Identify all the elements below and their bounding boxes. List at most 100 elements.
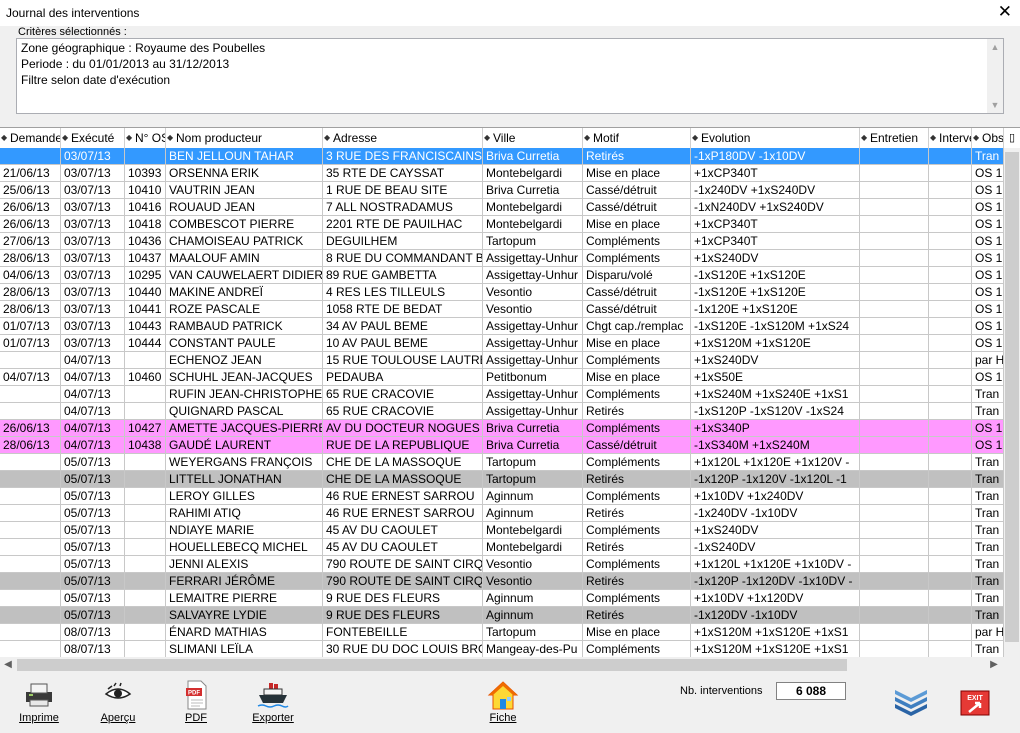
cell-execute[interactable]: 05/07/13: [61, 573, 125, 590]
cell-entretien[interactable]: [860, 454, 929, 471]
cell-obs[interactable]: OS 1: [972, 182, 1004, 199]
cell-execute[interactable]: 05/07/13: [61, 505, 125, 522]
cell-adresse[interactable]: RUE DE LA REPUBLIQUE: [323, 437, 483, 454]
column-header-entretien[interactable]: ◆ Entretien: [860, 128, 929, 148]
cell-execute[interactable]: 03/07/13: [61, 216, 125, 233]
table-row[interactable]: 01/07/13 03/07/13 10444 CONSTANT PAULE 10 AV…: [0, 335, 1004, 352]
table-row[interactable]: 03/07/13 BEN JELLOUN TAHAR 3 RUE DES FRANC…: [0, 148, 1004, 165]
sort-icon[interactable]: ◆: [62, 128, 68, 148]
sort-icon[interactable]: ◆: [930, 128, 936, 148]
cell-obs[interactable]: OS 1: [972, 318, 1004, 335]
cell-num-os[interactable]: [125, 573, 166, 590]
cell-num-os[interactable]: [125, 539, 166, 556]
cell-ville[interactable]: Briva Curretia: [483, 420, 583, 437]
cell-evolution[interactable]: +1xS120M +1xS120E +1xS1: [691, 641, 860, 658]
cell-demande[interactable]: 25/06/13: [0, 182, 61, 199]
table-row[interactable]: 05/07/13 JENNI ALEXIS 790 ROUTE DE SAINT C…: [0, 556, 1004, 573]
cell-evolution[interactable]: +1x10DV +1x240DV: [691, 488, 860, 505]
cell-evolution[interactable]: -1x240DV -1x10DV: [691, 505, 860, 522]
cell-ville[interactable]: Aginnum: [483, 590, 583, 607]
cell-entretien[interactable]: [860, 590, 929, 607]
sort-icon[interactable]: ◆: [584, 128, 590, 148]
cell-adresse[interactable]: DEGUILHEM: [323, 233, 483, 250]
cell-evolution[interactable]: -1xS120E -1xS120M +1xS24: [691, 318, 860, 335]
cell-demande[interactable]: 04/07/13: [0, 369, 61, 386]
cell-execute[interactable]: 04/07/13: [61, 437, 125, 454]
cell-adresse[interactable]: 1058 RTE DE BEDAT: [323, 301, 483, 318]
cell-execute[interactable]: 04/07/13: [61, 369, 125, 386]
cell-intervention[interactable]: [929, 437, 972, 454]
cell-execute[interactable]: 08/07/13: [61, 624, 125, 641]
cell-motif[interactable]: Retirés: [583, 539, 691, 556]
cell-demande[interactable]: [0, 148, 61, 165]
cell-ville[interactable]: Montebelgardi: [483, 539, 583, 556]
cell-intervention[interactable]: [929, 267, 972, 284]
cell-adresse[interactable]: 30 RUE DU DOC LOUIS BRO: [323, 641, 483, 658]
cell-num-os[interactable]: 10436: [125, 233, 166, 250]
cell-demande[interactable]: [0, 624, 61, 641]
cell-num-os[interactable]: 10437: [125, 250, 166, 267]
cell-evolution[interactable]: +1xCP340T: [691, 165, 860, 182]
cell-execute[interactable]: 03/07/13: [61, 148, 125, 165]
cell-adresse[interactable]: 15 RUE TOULOUSE LAUTRE: [323, 352, 483, 369]
column-header-nom-producteur[interactable]: ◆ Nom producteur: [166, 128, 323, 148]
cell-num-os[interactable]: 10295: [125, 267, 166, 284]
criteria-textarea[interactable]: Zone géographique : Royaume des Poubelle…: [16, 38, 1004, 114]
cell-nom-producteur[interactable]: JENNI ALEXIS: [166, 556, 323, 573]
cell-num-os[interactable]: [125, 386, 166, 403]
cell-obs[interactable]: Tran: [972, 590, 1004, 607]
cell-adresse[interactable]: 35 RTE DE CAYSSAT: [323, 165, 483, 182]
cell-adresse[interactable]: 34 AV PAUL BEME: [323, 318, 483, 335]
cell-entretien[interactable]: [860, 182, 929, 199]
table-row[interactable]: 05/07/13 FERRARI JÉRÔME 790 ROUTE DE SAINT…: [0, 573, 1004, 590]
cell-num-os[interactable]: 10410: [125, 182, 166, 199]
table-row[interactable]: 28/06/13 04/07/13 10438 GAUDÉ LAURENT RUE DE…: [0, 437, 1004, 454]
cell-obs[interactable]: OS 1: [972, 165, 1004, 182]
cell-intervention[interactable]: [929, 556, 972, 573]
cell-adresse[interactable]: 89 RUE GAMBETTA: [323, 267, 483, 284]
cell-execute[interactable]: 03/07/13: [61, 301, 125, 318]
cell-adresse[interactable]: 45 AV DU CAOULET: [323, 539, 483, 556]
column-header-intervention[interactable]: ◆Interver: [929, 128, 972, 148]
cell-ville[interactable]: Briva Curretia: [483, 437, 583, 454]
cell-execute[interactable]: 05/07/13: [61, 522, 125, 539]
cell-ville[interactable]: Assigettay-Unhur: [483, 335, 583, 352]
column-header-execute[interactable]: ◆ Exécuté: [61, 128, 125, 148]
cell-intervention[interactable]: [929, 284, 972, 301]
table-row[interactable]: 04/06/13 03/07/13 10295 VAN CAUWELAERT DIDI…: [0, 267, 1004, 284]
cell-adresse[interactable]: PEDAUBA: [323, 369, 483, 386]
table-row[interactable]: 04/07/13 RUFIN JEAN-CHRISTOPHE 65 RUE CRAC…: [0, 386, 1004, 403]
cell-adresse[interactable]: 46 RUE ERNEST SARROU: [323, 505, 483, 522]
table-row[interactable]: 05/07/13 HOUELLEBECQ MICHEL 45 AV DU CAOUL…: [0, 539, 1004, 556]
cell-execute[interactable]: 04/07/13: [61, 420, 125, 437]
cell-entretien[interactable]: [860, 318, 929, 335]
table-row[interactable]: 04/07/13 ECHENOZ JEAN 15 RUE TOULOUSE LAUT…: [0, 352, 1004, 369]
cell-evolution[interactable]: +1x120L +1x120E +1x120V -: [691, 454, 860, 471]
cell-execute[interactable]: 03/07/13: [61, 250, 125, 267]
cell-obs[interactable]: OS 1: [972, 301, 1004, 318]
column-header-demande[interactable]: ◆ Demande: [0, 128, 61, 148]
cell-execute[interactable]: 03/07/13: [61, 233, 125, 250]
cell-adresse[interactable]: 7 ALL NOSTRADAMUS: [323, 199, 483, 216]
cell-demande[interactable]: [0, 505, 61, 522]
cell-adresse[interactable]: FONTEBEILLE: [323, 624, 483, 641]
cell-demande[interactable]: [0, 573, 61, 590]
grid-horizontal-scrollbar[interactable]: ◀ ▶: [0, 657, 1020, 673]
cell-execute[interactable]: 04/07/13: [61, 403, 125, 420]
cell-num-os[interactable]: 10416: [125, 199, 166, 216]
cell-entretien[interactable]: [860, 250, 929, 267]
cell-num-os[interactable]: [125, 471, 166, 488]
cell-obs[interactable]: OS 1: [972, 284, 1004, 301]
sort-icon[interactable]: ◆: [324, 128, 330, 148]
cell-ville[interactable]: Aginnum: [483, 607, 583, 624]
cell-nom-producteur[interactable]: MAKINE ANDREÏ: [166, 284, 323, 301]
cell-ville[interactable]: Montebelgardi: [483, 199, 583, 216]
cell-motif[interactable]: Compléments: [583, 590, 691, 607]
cell-execute[interactable]: 03/07/13: [61, 335, 125, 352]
cell-evolution[interactable]: -1xP180DV -1x10DV: [691, 148, 860, 165]
cell-evolution[interactable]: +1xS240DV: [691, 250, 860, 267]
cell-nom-producteur[interactable]: FERRARI JÉRÔME: [166, 573, 323, 590]
column-header-obs[interactable]: ◆ Obs: [972, 128, 1004, 148]
scroll-right-icon[interactable]: ▶: [986, 657, 1002, 673]
cell-motif[interactable]: Compléments: [583, 233, 691, 250]
